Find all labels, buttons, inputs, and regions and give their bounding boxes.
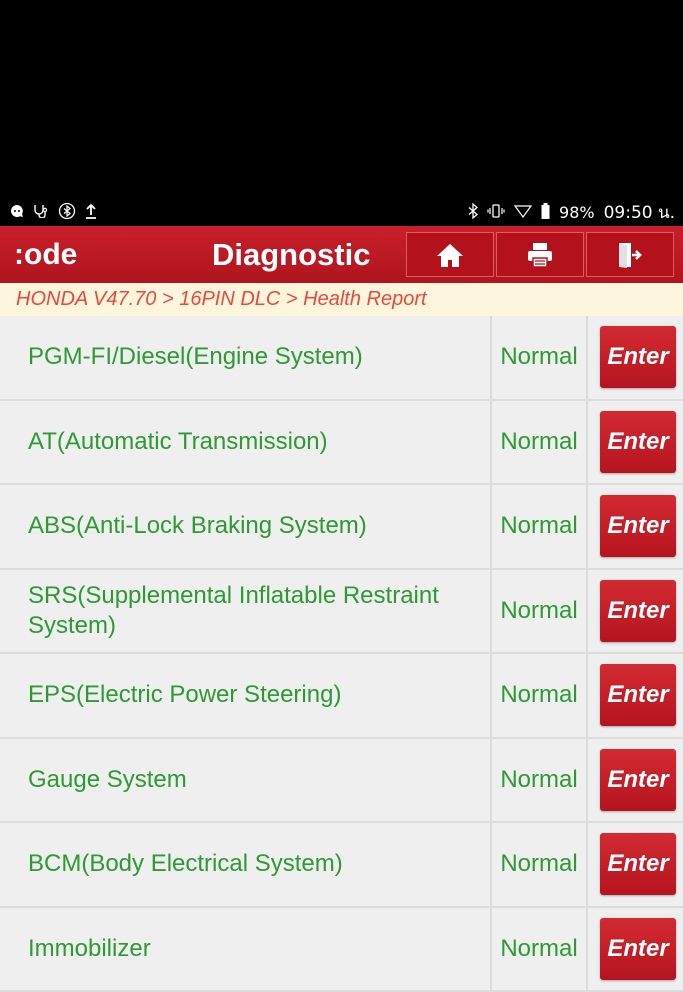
system-row: AT(Automatic Transmission) Normal Enter [0, 401, 683, 486]
enter-button[interactable]: Enter [600, 918, 676, 980]
status-left-icons [10, 202, 97, 223]
title-left-prefix: : [14, 238, 24, 271]
system-name: PGM-FI/Diesel(Engine System) [6, 316, 490, 399]
system-name: Gauge System [6, 739, 490, 822]
system-status: Normal [492, 908, 586, 991]
column-divider [586, 823, 588, 906]
system-name: ABS(Anti-Lock Braking System) [6, 485, 490, 568]
title-left-label[interactable]: :ode [14, 226, 77, 283]
system-status: Normal [492, 654, 586, 737]
system-name: AT(Automatic Transmission) [6, 401, 490, 484]
system-list: PGM-FI/Diesel(Engine System) Normal Ente… [0, 316, 683, 992]
system-row: ABS(Anti-Lock Braking System) Normal Ent… [0, 485, 683, 570]
stethoscope-icon [33, 204, 49, 221]
system-row: Immobilizer Normal Enter [0, 908, 683, 992]
system-row: SRS(Supplemental Inflatable Restraint Sy… [0, 570, 683, 655]
clock: 09:50 น. [604, 199, 675, 226]
system-row: PGM-FI/Diesel(Engine System) Normal Ente… [0, 316, 683, 401]
printer-icon [526, 241, 554, 269]
home-icon [436, 242, 464, 268]
column-divider [586, 654, 588, 737]
upload-icon [85, 203, 97, 222]
exit-button[interactable] [586, 232, 674, 277]
enter-button[interactable]: Enter [600, 664, 676, 726]
enter-button[interactable]: Enter [600, 580, 676, 642]
system-row: BCM(Body Electrical System) Normal Enter [0, 823, 683, 908]
status-right-icons: 98% 09:50 น. [468, 199, 675, 226]
title-bar: :ode Diagnostic [0, 226, 683, 283]
column-divider [586, 570, 588, 653]
vibrate-icon [487, 204, 505, 221]
column-divider [586, 316, 588, 399]
enter-button[interactable]: Enter [600, 411, 676, 473]
bluetooth-circle-icon [58, 202, 76, 223]
screen-top-blank [0, 0, 683, 226]
system-status: Normal [492, 570, 586, 653]
title-left-text: ode [24, 238, 77, 271]
enter-button[interactable]: Enter [600, 749, 676, 811]
bluetooth-icon [468, 203, 478, 222]
battery-icon [541, 203, 550, 222]
wifi-icon [514, 204, 532, 221]
system-status: Normal [492, 401, 586, 484]
column-divider [586, 485, 588, 568]
column-divider [586, 908, 588, 991]
home-button[interactable] [406, 232, 494, 277]
system-name: EPS(Electric Power Steering) [6, 654, 490, 737]
system-row: Gauge System Normal Enter [0, 739, 683, 824]
page-title: Diagnostic [212, 226, 370, 283]
column-divider [586, 401, 588, 484]
status-bar: 98% 09:50 น. [10, 200, 675, 224]
system-status: Normal [492, 739, 586, 822]
exit-icon [616, 241, 644, 269]
chat-icon [10, 204, 24, 221]
system-status: Normal [492, 485, 586, 568]
print-button[interactable] [496, 232, 584, 277]
system-name: Immobilizer [6, 908, 490, 991]
enter-button[interactable]: Enter [600, 833, 676, 895]
battery-percent: 98% [559, 203, 595, 222]
system-name: BCM(Body Electrical System) [6, 823, 490, 906]
system-status: Normal [492, 316, 586, 399]
column-divider [586, 739, 588, 822]
system-status: Normal [492, 823, 586, 906]
system-row: EPS(Electric Power Steering) Normal Ente… [0, 654, 683, 739]
enter-button[interactable]: Enter [600, 495, 676, 557]
enter-button[interactable]: Enter [600, 326, 676, 388]
breadcrumb: HONDA V47.70 > 16PIN DLC > Health Report [0, 283, 683, 316]
system-name: SRS(Supplemental Inflatable Restraint Sy… [6, 570, 490, 653]
